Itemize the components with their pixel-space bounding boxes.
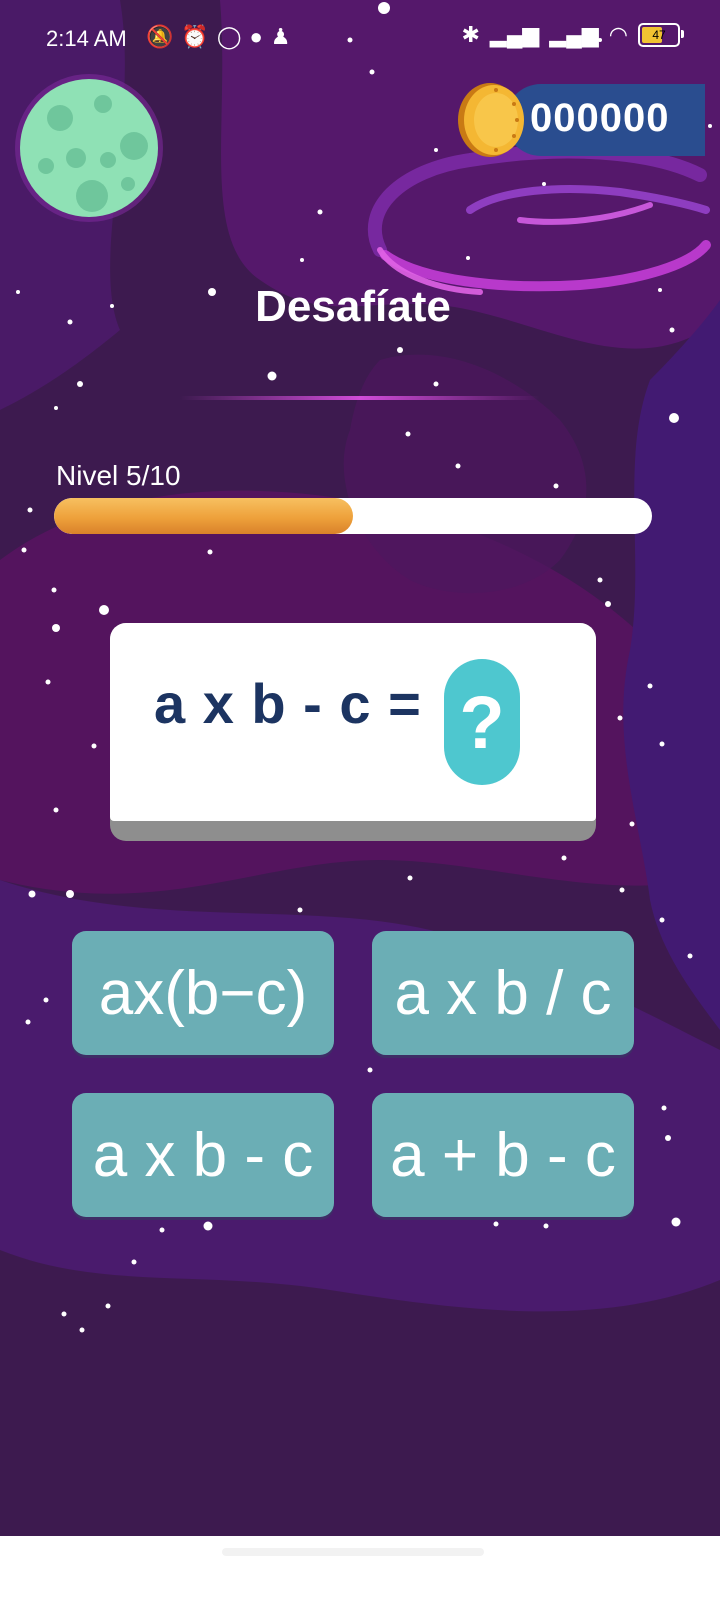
level-label: Nivel 5/10	[56, 460, 181, 491]
question-card: a x b - c = ?	[110, 623, 596, 841]
coin-value: 000000	[530, 96, 670, 140]
navigation-bar	[0, 1536, 720, 1600]
answer-button-4[interactable]: a + b - c	[372, 1093, 634, 1217]
app-icon: ●	[249, 24, 263, 49]
level-progress-bar	[54, 498, 652, 534]
question-mark-icon: ?	[444, 659, 520, 785]
battery-icon: 47	[638, 23, 684, 47]
question-expression: a x b - c =	[154, 672, 422, 735]
level-progress-fill	[54, 498, 353, 534]
page-title: Desafíate	[255, 282, 451, 331]
title-underline	[180, 396, 540, 400]
answer-button-2[interactable]: a x b / c	[372, 931, 634, 1055]
status-bar: 2:14 AM 🔕 ⏰ ◯ ● ♟ ✱ ▂▄▆ ▂▄▆ ◠ 47	[0, 0, 720, 80]
muted-icon: 🔕	[146, 24, 174, 49]
whatsapp-icon: ◯	[216, 24, 242, 49]
status-time: 2:14 AM	[46, 26, 127, 51]
signal-icon: ▂▄▆	[549, 22, 599, 47]
question-face: a x b - c = ?	[110, 623, 596, 821]
signal-icon: ▂▄▆	[489, 22, 540, 47]
battery-level: 47	[652, 28, 666, 42]
home-indicator[interactable]	[222, 1548, 484, 1556]
notification-icons: 🔕 ⏰ ◯ ● ♟	[146, 24, 290, 50]
avatar-icon: ♟	[270, 24, 291, 49]
planet-image	[15, 74, 163, 222]
answer-button-1[interactable]: ax(b−c)	[72, 931, 334, 1055]
system-icons: ✱ ▂▄▆ ▂▄▆ ◠ 47	[461, 22, 684, 48]
answer-button-3[interactable]: a x b - c	[72, 1093, 334, 1217]
wifi-icon: ◠	[608, 22, 628, 47]
coin-icon	[458, 83, 524, 157]
alarm-icon: ⏰	[181, 24, 209, 49]
bluetooth-icon: ✱	[461, 22, 480, 47]
